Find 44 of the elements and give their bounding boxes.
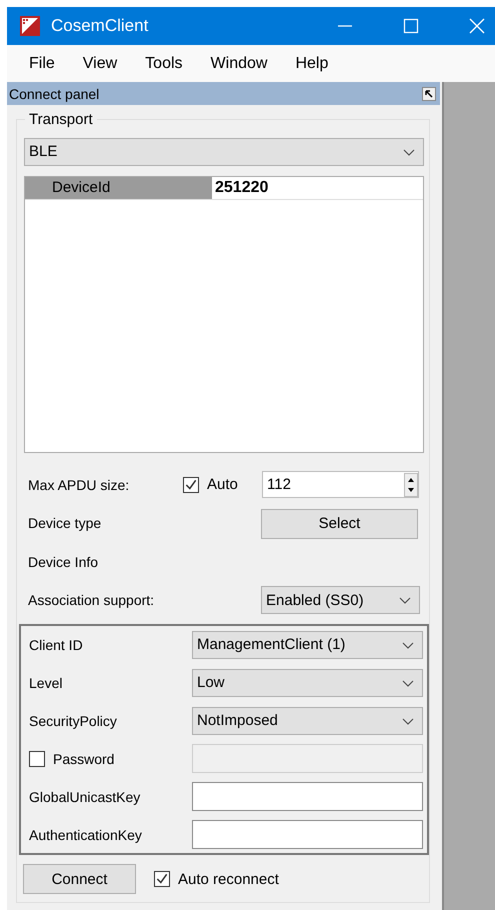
chevron-down-icon — [402, 642, 414, 650]
menu-item[interactable]: Window — [196, 54, 282, 72]
window-title: CosemClient — [51, 16, 150, 36]
transport-dropdown[interactable]: BLE — [24, 138, 424, 166]
property-value[interactable]: 251220 — [212, 176, 423, 199]
number-spinner[interactable]: 112 — [262, 471, 419, 498]
input-field[interactable] — [192, 782, 423, 812]
menu-item[interactable]: File — [7, 54, 69, 72]
field-label: Client ID — [29, 636, 84, 653]
panel-title: Connect panel — [9, 86, 100, 102]
field-label: GlobalUnicastKey — [29, 788, 142, 805]
field-label: Association support: — [27, 592, 156, 608]
chevron-down-icon — [403, 149, 415, 157]
input-field[interactable] — [192, 820, 423, 850]
chevron-down-icon — [402, 718, 414, 726]
password-checkbox[interactable]: Password — [29, 750, 192, 767]
field-label: Device type — [27, 515, 102, 532]
app-icon — [19, 15, 41, 37]
field-label: Max APDU size: — [27, 476, 130, 493]
field-label: Device Info — [27, 554, 98, 570]
dropdown[interactable]: ManagementClient (1) — [192, 630, 423, 659]
auto-checkbox[interactable]: Auto — [183, 476, 262, 494]
undock-icon[interactable] — [422, 86, 436, 100]
menu-item[interactable]: Help — [281, 54, 342, 72]
field-label: SecurityPolicy — [29, 712, 118, 729]
connect-button[interactable]: Connect — [23, 864, 136, 894]
checkmark-icon — [155, 872, 169, 886]
dropdown[interactable]: Low — [192, 668, 423, 697]
maximize-icon[interactable] — [403, 18, 419, 34]
select-button[interactable]: Select — [261, 508, 418, 538]
menu-item[interactable]: Tools — [131, 54, 197, 72]
chevron-down-icon — [399, 597, 411, 606]
password-field[interactable] — [192, 744, 423, 774]
chevron-down-icon — [402, 680, 414, 688]
field-label: Level — [29, 674, 64, 691]
group-label: Transport — [25, 111, 97, 128]
menu-item[interactable]: View — [68, 54, 132, 72]
property-name: DeviceId — [25, 176, 212, 199]
dropdown[interactable]: NotImposed — [192, 706, 423, 735]
field-label: AuthenticationKey — [29, 826, 143, 843]
checkmark-icon — [184, 478, 198, 492]
close-icon[interactable] — [469, 18, 485, 34]
auto-reconnect-checkbox[interactable]: Auto reconnect — [154, 870, 279, 888]
association-dropdown[interactable]: Enabled (SS0) — [261, 586, 420, 614]
